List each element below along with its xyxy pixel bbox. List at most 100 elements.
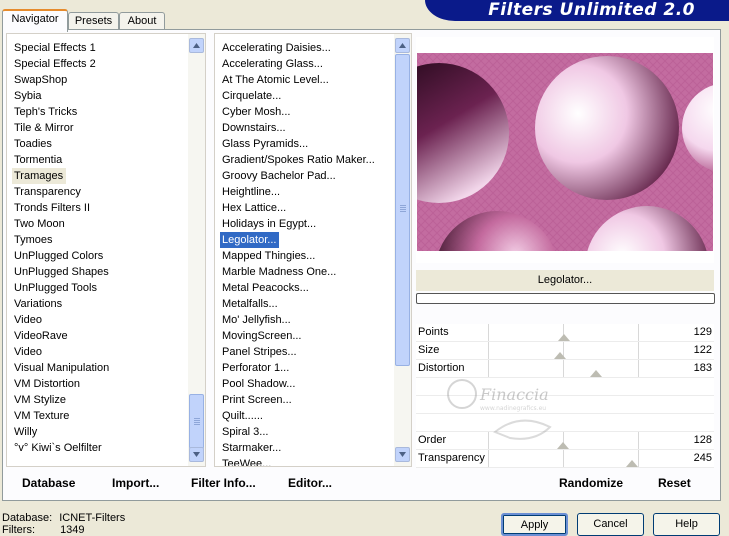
category-item[interactable]: Transparency [12,184,185,200]
scroll-up-button[interactable] [189,38,204,53]
param-row-transparency[interactable]: Transparency 245 [416,450,714,468]
help-button[interactable]: Help [653,513,720,536]
filter-item[interactable]: Holidays in Egypt... [220,216,391,232]
category-item[interactable]: Visual Manipulation [12,360,185,376]
param-row-empty [416,414,714,432]
title-banner: Filters Unlimited 2.0 [425,0,729,21]
tab-presets[interactable]: Presets [68,12,119,30]
category-item[interactable]: VM Texture [12,408,185,424]
status-database: Database: ICNET-Filters [2,512,125,524]
category-item[interactable]: °v° Kiwi`s Oelfilter [12,440,185,456]
filter-item[interactable]: Heightline... [220,184,391,200]
category-scrollbar[interactable] [188,34,205,466]
database-button[interactable]: Database [22,476,75,490]
import-button[interactable]: Import... [112,476,159,490]
category-item[interactable]: Special Effects 1 [12,40,185,56]
filter-item[interactable]: Print Screen... [220,392,391,408]
filter-item[interactable]: Spiral 3... [220,424,391,440]
filter-item[interactable]: Pool Shadow... [220,376,391,392]
filter-item[interactable]: Gradient/Spokes Ratio Maker... [220,152,391,168]
param-row-order[interactable]: Order 128 [416,432,714,450]
category-item[interactable]: Toadies [12,136,185,152]
filter-item[interactable]: Downstairs... [220,120,391,136]
filter-scrollbar[interactable] [394,34,411,466]
reset-button[interactable]: Reset [658,476,691,490]
param-row-points[interactable]: Points 129 [416,324,714,342]
filter-item[interactable]: TeeWee... [220,456,391,466]
category-item[interactable]: VideoRave [12,328,185,344]
scroll-down-button[interactable] [189,447,204,462]
status-filters-value: 1349 [60,524,85,536]
category-item[interactable]: Video [12,312,185,328]
param-slider[interactable] [488,450,639,467]
category-item[interactable]: Two Moon [12,216,185,232]
filter-item[interactable]: Metal Peacocks... [220,280,391,296]
category-item[interactable]: Tormentia [12,152,185,168]
slider-handle[interactable] [557,334,570,341]
category-item[interactable]: VM Distortion [12,376,185,392]
slider-handle[interactable] [557,442,570,449]
category-item[interactable]: Sybia [12,88,185,104]
filter-list: Accelerating Daisies... Accelerating Glas… [214,33,412,467]
slider-handle[interactable] [626,460,639,467]
filter-item[interactable]: Perforator 1... [220,360,391,376]
filter-item[interactable]: Metalfalls... [220,296,391,312]
param-slider[interactable] [488,360,639,377]
category-item[interactable]: Willy [12,424,185,440]
scroll-up-button[interactable] [395,38,410,53]
category-item[interactable]: Tile & Mirror [12,120,185,136]
filter-item[interactable]: MovingScreen... [220,328,391,344]
param-slider[interactable] [488,342,639,359]
category-item[interactable]: VM Stylize [12,392,185,408]
filter-item[interactable]: Groovy Bachelor Pad... [220,168,391,184]
category-item[interactable]: UnPlugged Shapes [12,264,185,280]
tab-navigator[interactable]: Navigator [2,9,68,32]
category-item[interactable]: Tramages [12,168,67,184]
scroll-down-button[interactable] [395,447,410,462]
scroll-thumb[interactable] [395,54,410,366]
status-filters-label: Filters: [2,524,35,536]
filter-item[interactable]: Marble Madness One... [220,264,391,280]
param-slider[interactable] [488,432,639,449]
filter-item[interactable]: Glass Pyramids... [220,136,391,152]
category-item[interactable]: Video [12,344,185,360]
filter-item[interactable]: Cirquelate... [220,88,391,104]
category-item[interactable]: UnPlugged Colors [12,248,185,264]
filter-item[interactable]: Accelerating Glass... [220,56,391,72]
category-item[interactable]: Tronds Filters II [12,200,185,216]
filter-item[interactable]: Mo' Jellyfish... [220,312,391,328]
filter-item[interactable]: Legolator... [220,232,280,248]
filter-item[interactable]: Hex Lattice... [220,200,391,216]
filter-item[interactable]: Accelerating Daisies... [220,40,391,56]
cancel-button[interactable]: Cancel [577,513,644,536]
status-database-value: ICNET-Filters [59,512,126,524]
filter-item[interactable]: Mapped Thingies... [220,248,391,264]
chevron-down-icon [193,452,200,457]
filter-item[interactable]: Cyber Mosh... [220,104,391,120]
scroll-thumb[interactable] [189,394,204,449]
progress-bar [416,293,715,304]
param-row-size[interactable]: Size 122 [416,342,714,360]
param-slider[interactable] [488,324,639,341]
category-item[interactable]: UnPlugged Tools [12,280,185,296]
filter-info-button[interactable]: Filter Info... [191,476,256,490]
param-label: Distortion [418,362,465,374]
category-item[interactable]: Tymoes [12,232,185,248]
filter-item[interactable]: Panel Stripes... [220,344,391,360]
category-item[interactable]: SwapShop [12,72,185,88]
filter-item[interactable]: At The Atomic Level... [220,72,391,88]
tab-about[interactable]: About [119,12,165,30]
filter-item[interactable]: Quilt...... [220,408,391,424]
randomize-button[interactable]: Randomize [559,476,623,490]
category-item[interactable]: Special Effects 2 [12,56,185,72]
category-item[interactable]: Teph's Tricks [12,104,185,120]
editor-button[interactable]: Editor... [288,476,332,490]
param-label: Order [418,434,447,446]
param-row-empty [416,396,714,414]
apply-button[interactable]: Apply [501,513,568,536]
filter-item[interactable]: Starmaker... [220,440,391,456]
category-item[interactable]: Variations [12,296,185,312]
slider-handle[interactable] [553,352,566,359]
param-row-distortion[interactable]: Distortion 183 [416,360,714,378]
slider-handle[interactable] [589,370,602,377]
